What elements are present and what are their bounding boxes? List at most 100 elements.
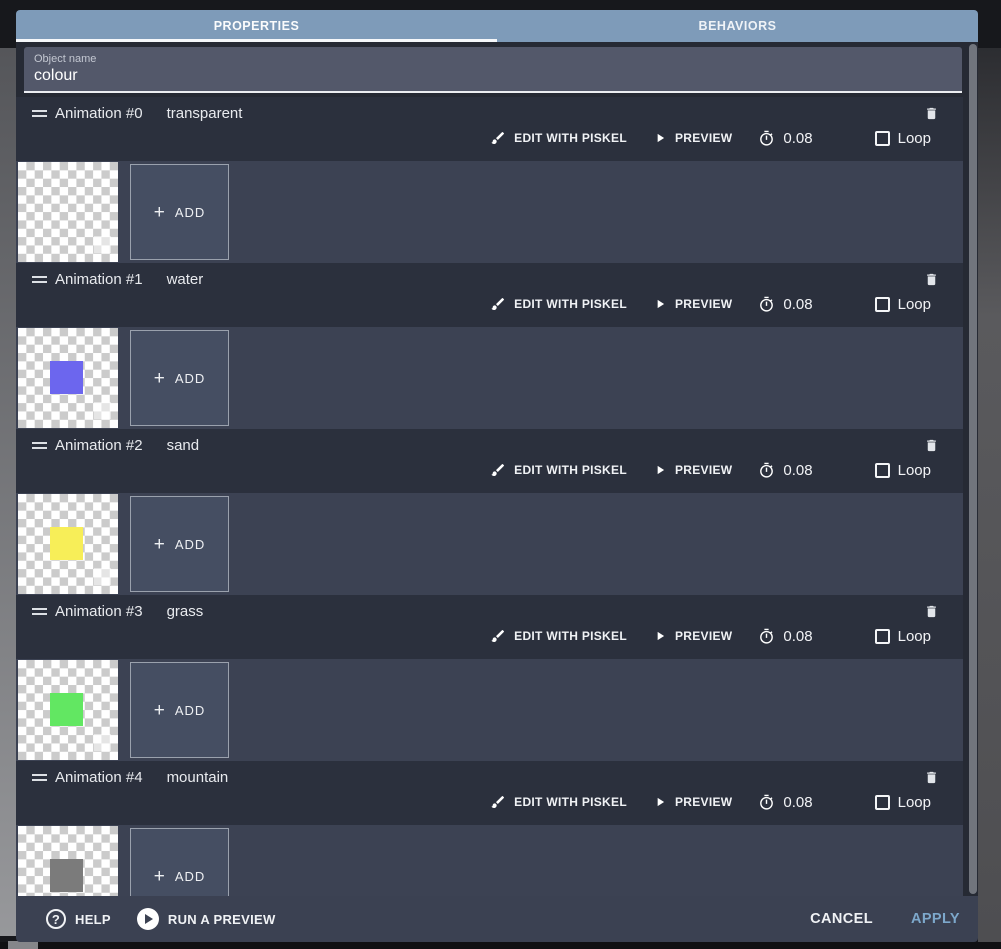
- time-between-frames-value[interactable]: 0.08: [783, 130, 812, 147]
- trash-icon: [927, 439, 936, 452]
- delete-animation-button[interactable]: [922, 435, 941, 456]
- preview-button[interactable]: PREVIEW: [653, 297, 732, 311]
- time-between-frames-field[interactable]: 0.08: [758, 296, 813, 313]
- loop-label: Loop: [897, 295, 931, 313]
- preview-label: PREVIEW: [674, 463, 733, 477]
- cancel-button[interactable]: CANCEL: [810, 911, 873, 927]
- apply-button[interactable]: APPLY: [911, 911, 960, 927]
- add-frame-button[interactable]: + ADD: [130, 662, 229, 758]
- edit-with-piskel-label: EDIT WITH PISKEL: [514, 795, 627, 809]
- animation-name-input[interactable]: grass: [167, 603, 204, 620]
- animation-section-2: Animation #2 sand EDIT WITH PISKEL PREVI…: [16, 429, 963, 595]
- add-frame-button[interactable]: + ADD: [130, 828, 229, 896]
- frame-color-swatch: [50, 693, 83, 726]
- frame-thumbnail[interactable]: [18, 660, 118, 760]
- time-between-frames-value[interactable]: 0.08: [783, 794, 812, 811]
- animation-title: Animation #1: [55, 271, 143, 288]
- stopwatch-icon: [760, 462, 774, 478]
- animation-section-1: Animation #1 water EDIT WITH PISKEL PREV…: [16, 263, 963, 429]
- animation-name-input[interactable]: mountain: [167, 769, 229, 786]
- add-frame-button[interactable]: + ADD: [130, 496, 229, 592]
- trash-icon: [927, 273, 936, 286]
- background-left-strip: [0, 48, 16, 936]
- play-circle-icon: [136, 908, 159, 930]
- tab-properties[interactable]: PROPERTIES: [16, 10, 497, 42]
- loop-checkbox[interactable]: Loop: [874, 794, 931, 811]
- tab-behaviors[interactable]: BEHAVIORS: [497, 10, 978, 42]
- delete-animation-button[interactable]: [922, 103, 941, 124]
- preview-label: PREVIEW: [674, 795, 733, 809]
- animation-name-input[interactable]: transparent: [167, 105, 243, 122]
- edit-with-piskel-button[interactable]: EDIT WITH PISKEL: [490, 462, 627, 478]
- edit-with-piskel-label: EDIT WITH PISKEL: [514, 629, 627, 643]
- add-frame-label: ADD: [174, 536, 206, 552]
- loop-checkbox[interactable]: Loop: [874, 628, 931, 645]
- delete-animation-button[interactable]: [922, 269, 941, 290]
- help-label: HELP: [75, 911, 111, 927]
- checkbox-icon: [874, 794, 890, 810]
- drag-handle-icon[interactable]: [30, 606, 49, 617]
- thumbnail-corner-badge: [94, 734, 111, 751]
- background-right-strip: [978, 48, 1001, 942]
- animation-name-input[interactable]: water: [167, 271, 204, 288]
- play-icon: [657, 631, 665, 641]
- loop-label: Loop: [897, 461, 931, 479]
- preview-button[interactable]: PREVIEW: [653, 629, 732, 643]
- frame-thumbnail[interactable]: [18, 826, 118, 896]
- add-frame-button[interactable]: + ADD: [130, 330, 229, 426]
- add-frame-button[interactable]: + ADD: [130, 164, 229, 260]
- run-preview-button[interactable]: RUN A PREVIEW: [136, 908, 276, 930]
- object-name-label: Object name: [34, 53, 97, 65]
- delete-animation-button[interactable]: [922, 767, 941, 788]
- edit-with-piskel-button[interactable]: EDIT WITH PISKEL: [490, 130, 627, 146]
- time-between-frames-value[interactable]: 0.08: [783, 462, 812, 479]
- time-between-frames-value[interactable]: 0.08: [783, 296, 812, 313]
- time-between-frames-field[interactable]: 0.08: [758, 628, 813, 645]
- add-frame-label: ADD: [174, 868, 206, 884]
- loop-checkbox[interactable]: Loop: [874, 130, 931, 147]
- drag-handle-icon[interactable]: [30, 772, 49, 783]
- animation-title: Animation #2: [55, 437, 143, 454]
- preview-button[interactable]: PREVIEW: [653, 463, 732, 477]
- time-between-frames-value[interactable]: 0.08: [783, 628, 812, 645]
- tab-properties-label: PROPERTIES: [213, 19, 300, 33]
- loop-checkbox[interactable]: Loop: [874, 461, 931, 479]
- object-name-field[interactable]: Object name colour: [24, 47, 962, 93]
- drag-handle-icon[interactable]: [30, 440, 49, 451]
- preview-button[interactable]: PREVIEW: [653, 131, 732, 145]
- frame-thumbnail[interactable]: [18, 328, 118, 428]
- dialog-footer: ? HELP RUN A PREVIEW CANCEL APPLY: [16, 896, 978, 942]
- trash-icon: [927, 107, 936, 120]
- scrollbar-thumb[interactable]: [969, 44, 977, 894]
- brush-icon: [491, 131, 505, 144]
- preview-button[interactable]: PREVIEW: [653, 795, 732, 809]
- animation-title: Animation #3: [55, 603, 143, 620]
- plus-icon: +: [153, 201, 165, 223]
- edit-with-piskel-button[interactable]: EDIT WITH PISKEL: [490, 794, 627, 810]
- animation-section-3: Animation #3 grass EDIT WITH PISKEL PREV…: [16, 595, 963, 761]
- animation-name-input[interactable]: sand: [167, 437, 200, 454]
- background-bottom-left-block: [8, 941, 38, 949]
- edit-with-piskel-label: EDIT WITH PISKEL: [514, 463, 627, 477]
- time-between-frames-field[interactable]: 0.08: [758, 462, 813, 479]
- loop-checkbox[interactable]: Loop: [874, 295, 931, 313]
- time-between-frames-field[interactable]: 0.08: [758, 794, 813, 811]
- object-name-value[interactable]: colour: [34, 67, 962, 85]
- edit-with-piskel-button[interactable]: EDIT WITH PISKEL: [490, 296, 627, 312]
- edit-with-piskel-button[interactable]: EDIT WITH PISKEL: [490, 628, 627, 644]
- run-preview-label: RUN A PREVIEW: [167, 911, 276, 927]
- frame-thumbnail[interactable]: [18, 494, 118, 594]
- frame-thumbnail[interactable]: [18, 162, 118, 262]
- drag-handle-icon[interactable]: [30, 108, 49, 119]
- delete-animation-button[interactable]: [922, 601, 941, 622]
- play-icon: [657, 465, 665, 475]
- time-between-frames-field[interactable]: 0.08: [758, 130, 813, 147]
- preview-label: PREVIEW: [674, 629, 733, 643]
- brush-icon: [491, 297, 505, 310]
- trash-icon: [927, 605, 936, 618]
- drag-handle-icon[interactable]: [30, 274, 49, 285]
- stopwatch-icon: [760, 130, 774, 146]
- help-button[interactable]: ? HELP: [46, 909, 111, 929]
- thumbnail-corner-badge: [94, 402, 111, 419]
- play-icon: [657, 797, 665, 807]
